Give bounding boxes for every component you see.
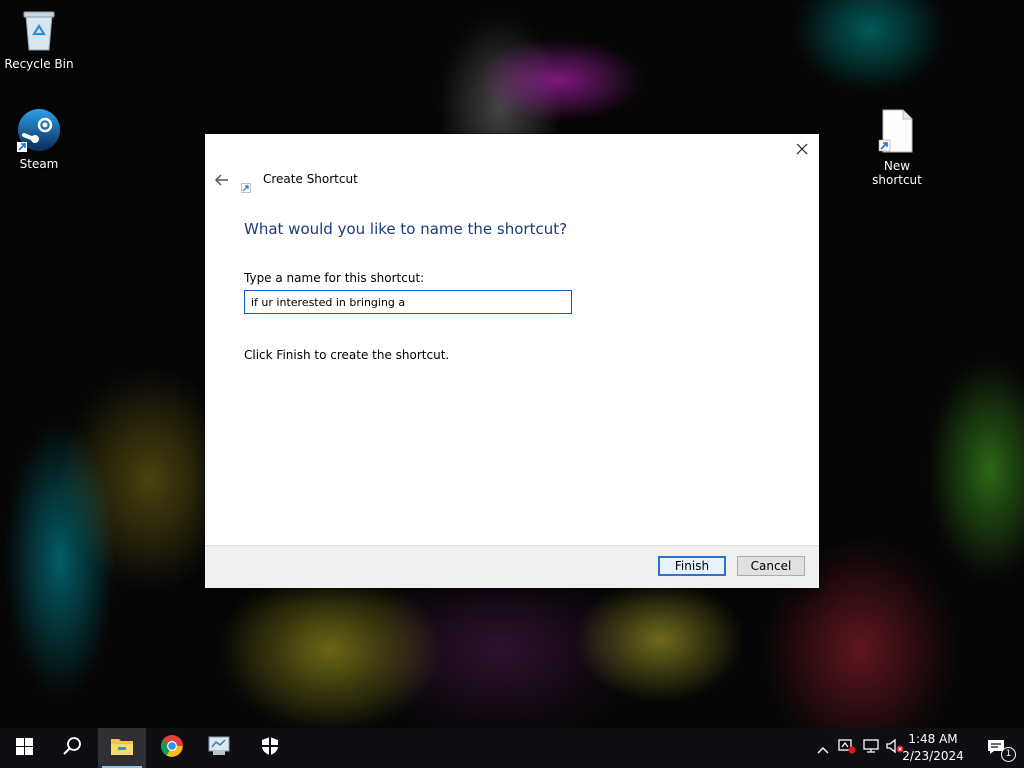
notification-icon: 1 (986, 738, 1016, 762)
close-icon (796, 140, 808, 159)
shortcut-wizard-icon (241, 178, 251, 193)
shortcut-name-label: Type a name for this shortcut: (244, 271, 425, 285)
finish-instruction: Click Finish to create the shortcut. (244, 348, 450, 362)
tray-network[interactable] (860, 728, 882, 768)
start-button[interactable] (0, 728, 48, 768)
cancel-button[interactable]: Cancel (737, 556, 805, 576)
arrow-left-icon (215, 171, 229, 190)
shortcut-file-icon (858, 108, 936, 157)
desktop-icon-label: New shortcut (872, 159, 922, 187)
show-hidden-icons[interactable] (814, 728, 832, 768)
page-heading: What would you like to name the shortcut… (244, 220, 568, 238)
action-center-button[interactable]: 1 (978, 728, 1018, 768)
file-explorer-icon (110, 736, 134, 760)
clock-date: 2/23/2024 (902, 749, 964, 763)
clock-time: 1:48 AM (908, 732, 958, 746)
device-warning-icon (838, 738, 856, 758)
dialog-footer: Finish Cancel (205, 545, 819, 588)
chrome-icon (160, 734, 184, 762)
notification-count-badge: 1 (1001, 747, 1016, 762)
desktop-icon-label: Recycle Bin (4, 57, 74, 71)
desktop-icon-steam[interactable]: Steam (1, 108, 77, 171)
taskbar-clock[interactable]: 1:48 AM 2/23/2024 (898, 731, 968, 765)
tray-device-status[interactable] (836, 728, 858, 768)
chevron-up-icon (817, 739, 829, 758)
shortcut-name-input[interactable] (244, 290, 572, 314)
finish-button[interactable]: Finish (658, 556, 726, 576)
taskbar-file-explorer[interactable] (98, 728, 146, 768)
wizard-title: Create Shortcut (263, 172, 358, 186)
security-icon (261, 736, 279, 760)
network-icon (862, 738, 880, 758)
create-shortcut-dialog: Create Shortcut What would you like to n… (205, 134, 819, 588)
search-icon (62, 736, 82, 760)
app-icon (207, 735, 233, 761)
close-button[interactable] (791, 138, 813, 160)
desktop-icon-new-shortcut[interactable]: New shortcut (858, 108, 936, 187)
desktop-icon-label: Steam (19, 157, 59, 171)
taskbar-security[interactable] (246, 728, 294, 768)
back-button[interactable] (212, 170, 232, 190)
search-button[interactable] (48, 728, 96, 768)
desktop: Recycle Bin Steam New shortcut Create Sh… (0, 0, 1024, 768)
desktop-icon-recycle-bin[interactable]: Recycle Bin (1, 8, 77, 71)
steam-icon (1, 108, 77, 155)
windows-logo-icon (15, 737, 33, 759)
taskbar-chrome[interactable] (148, 728, 196, 768)
recycle-bin-icon (1, 8, 77, 55)
taskbar: 1:48 AM 2/23/2024 1 (0, 728, 1024, 768)
taskbar-app[interactable] (196, 728, 244, 768)
